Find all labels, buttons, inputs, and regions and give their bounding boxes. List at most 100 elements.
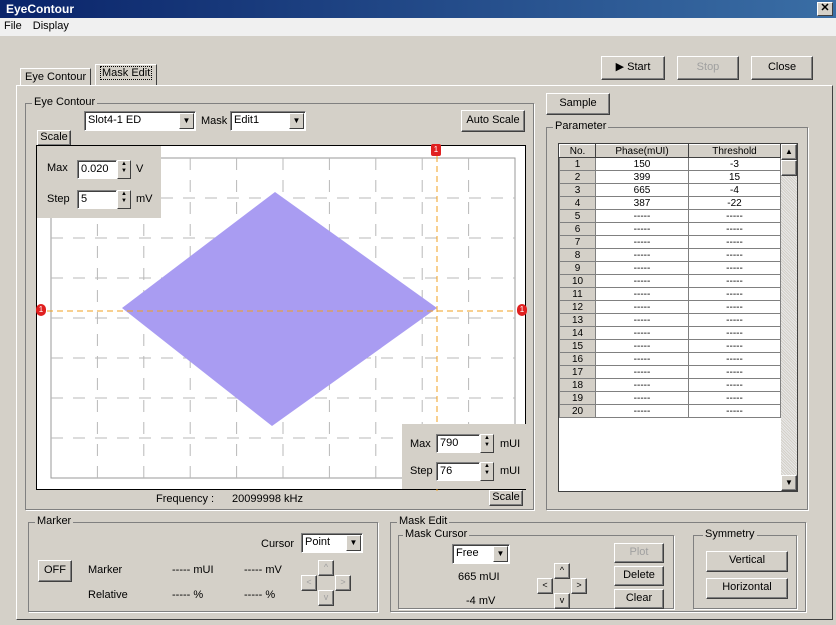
column-header-phase[interactable]: Phase(mUI) (595, 144, 689, 158)
row-number[interactable]: 13 (559, 313, 596, 327)
phase-cell[interactable]: 150 (595, 157, 689, 171)
mask-right-icon[interactable]: > (571, 578, 587, 594)
scale-tab-bottom[interactable]: Scale (489, 490, 523, 506)
table-row[interactable]: 14 ----- ----- (559, 326, 781, 340)
marker-left-icon[interactable]: < (301, 575, 317, 591)
v-step-input[interactable]: 5 (77, 190, 117, 209)
phase-cell[interactable]: ----- (595, 339, 689, 353)
table-row[interactable]: 6 ----- ----- (559, 222, 781, 236)
vertical-symmetry-button[interactable]: Vertical (706, 551, 788, 572)
v-max-spinner[interactable]: ▲ ▼ (117, 160, 131, 179)
threshold-cell[interactable]: -22 (688, 196, 781, 210)
phase-cell[interactable]: 399 (595, 170, 689, 184)
row-number[interactable]: 1 (559, 157, 596, 171)
phase-cell[interactable]: ----- (595, 378, 689, 392)
clear-button[interactable]: Clear (614, 589, 664, 609)
v-step-spinner[interactable]: ▲ ▼ (117, 190, 131, 209)
row-number[interactable]: 4 (559, 196, 596, 210)
marker-off-button[interactable]: OFF (38, 560, 72, 582)
phase-cell[interactable]: ----- (595, 222, 689, 236)
table-row[interactable]: 1 150 -3 (559, 157, 781, 171)
row-number[interactable]: 6 (559, 222, 596, 236)
threshold-cell[interactable]: -3 (688, 157, 781, 171)
row-number[interactable]: 11 (559, 287, 596, 301)
threshold-cell[interactable]: ----- (688, 404, 781, 418)
table-row[interactable]: 8 ----- ----- (559, 248, 781, 262)
mask-up-icon[interactable]: ^ (554, 563, 570, 579)
scroll-down-icon[interactable]: ▼ (781, 475, 797, 491)
marker-right-icon[interactable]: > (335, 575, 351, 591)
horizontal-symmetry-button[interactable]: Horizontal (706, 578, 788, 599)
threshold-cell[interactable]: ----- (688, 391, 781, 405)
stop-button[interactable]: Stop (677, 56, 739, 80)
marker-up-icon[interactable]: ^ (318, 560, 334, 576)
row-number[interactable]: 8 (559, 248, 596, 262)
threshold-cell[interactable]: ----- (688, 287, 781, 301)
phase-cell[interactable]: ----- (595, 313, 689, 327)
table-row[interactable]: 10 ----- ----- (559, 274, 781, 288)
scroll-up-icon[interactable]: ▲ (781, 144, 797, 160)
threshold-cell[interactable]: ----- (688, 326, 781, 340)
threshold-cell[interactable]: ----- (688, 209, 781, 223)
phase-cell[interactable]: 387 (595, 196, 689, 210)
table-row[interactable]: 2 399 15 (559, 170, 781, 184)
table-scrollbar[interactable]: ▲ ▼ (781, 144, 797, 491)
table-row[interactable]: 13 ----- ----- (559, 313, 781, 327)
scroll-thumb[interactable] (781, 160, 797, 176)
row-number[interactable]: 17 (559, 365, 596, 379)
h-max-spinner[interactable]: ▲ ▼ (480, 434, 494, 453)
phase-cell[interactable]: ----- (595, 404, 689, 418)
close-button[interactable]: Close (751, 56, 813, 80)
table-row[interactable]: 9 ----- ----- (559, 261, 781, 275)
table-row[interactable]: 19 ----- ----- (559, 391, 781, 405)
phase-cell[interactable]: ----- (595, 326, 689, 340)
phase-cell[interactable]: ----- (595, 352, 689, 366)
marker-down-icon[interactable]: v (318, 590, 334, 606)
column-header-no[interactable]: No. (559, 144, 596, 158)
row-number[interactable]: 5 (559, 209, 596, 223)
row-number[interactable]: 2 (559, 170, 596, 184)
threshold-cell[interactable]: ----- (688, 300, 781, 314)
threshold-cell[interactable]: -4 (688, 183, 781, 197)
scale-tab-top[interactable]: Scale (37, 130, 71, 146)
threshold-cell[interactable]: ----- (688, 235, 781, 249)
threshold-cell[interactable]: ----- (688, 248, 781, 262)
row-number[interactable]: 20 (559, 404, 596, 418)
menu-display[interactable]: Display (33, 20, 69, 32)
mask-cursor-mode-select[interactable]: Free ▼ (452, 544, 510, 564)
tab-mask-edit[interactable]: Mask Edit (95, 64, 158, 86)
phase-cell[interactable]: ----- (595, 365, 689, 379)
table-row[interactable]: 7 ----- ----- (559, 235, 781, 249)
mask-left-icon[interactable]: < (537, 578, 553, 594)
row-number[interactable]: 12 (559, 300, 596, 314)
row-number[interactable]: 18 (559, 378, 596, 392)
threshold-cell[interactable]: ----- (688, 365, 781, 379)
row-number[interactable]: 15 (559, 339, 596, 353)
table-row[interactable]: 4 387 -22 (559, 196, 781, 210)
row-number[interactable]: 7 (559, 235, 596, 249)
mask-select[interactable]: Edit1 ▼ (230, 111, 306, 131)
table-row[interactable]: 20 ----- ----- (559, 404, 781, 418)
threshold-cell[interactable]: ----- (688, 352, 781, 366)
threshold-cell[interactable]: ----- (688, 274, 781, 288)
v-max-input[interactable]: 0.020 (77, 160, 117, 179)
tab-eye-contour[interactable]: Eye Contour (20, 68, 92, 86)
column-header-threshold[interactable]: Threshold (688, 144, 781, 158)
cursor-marker-left[interactable]: 1 (36, 304, 46, 316)
phase-cell[interactable]: ----- (595, 391, 689, 405)
auto-scale-button[interactable]: Auto Scale (461, 110, 525, 132)
table-row[interactable]: 5 ----- ----- (559, 209, 781, 223)
row-number[interactable]: 16 (559, 352, 596, 366)
phase-cell[interactable]: ----- (595, 274, 689, 288)
phase-cell[interactable]: 665 (595, 183, 689, 197)
row-number[interactable]: 10 (559, 274, 596, 288)
table-row[interactable]: 16 ----- ----- (559, 352, 781, 366)
delete-button[interactable]: Delete (614, 566, 664, 586)
row-number[interactable]: 19 (559, 391, 596, 405)
phase-cell[interactable]: ----- (595, 235, 689, 249)
menu-file[interactable]: File (4, 20, 22, 32)
row-number[interactable]: 9 (559, 261, 596, 275)
row-number[interactable]: 3 (559, 183, 596, 197)
cursor-select[interactable]: Point ▼ (301, 533, 363, 553)
plot-button[interactable]: Plot (614, 543, 664, 563)
